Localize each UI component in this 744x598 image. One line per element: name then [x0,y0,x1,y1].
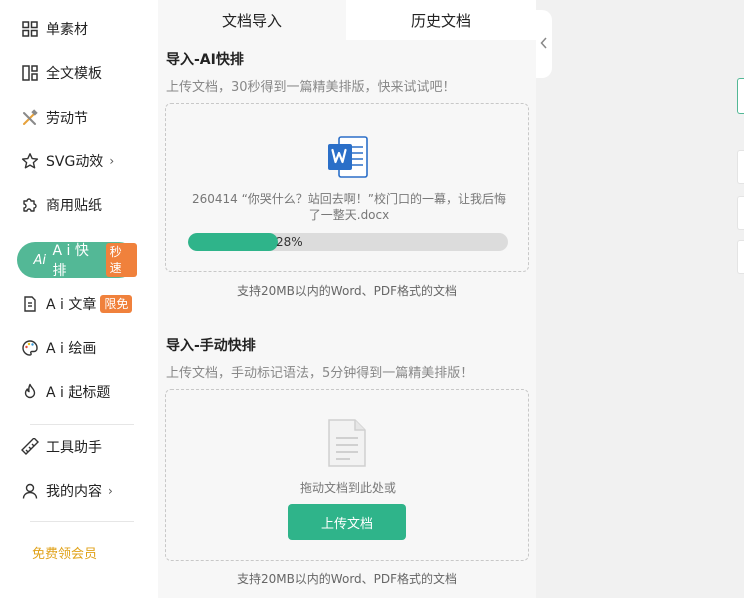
import-panel: 文档导入 历史文档 导入-AI快排 上传文档，30秒得到一篇精美排版，快来试试吧… [158,0,536,598]
upload-progress-text: 28% [276,235,303,249]
status-badge: 秒速 [105,243,137,277]
sidebar-item-label: A i 快排 [52,243,89,279]
app-root: 单素材 全文模板 劳动节 SVG动效 › 商用贴纸 Ai A i 快排 秒速 A… [0,0,744,598]
status-badge: 限免 [100,295,133,313]
free-vip-link[interactable]: 免费领会员 [32,543,97,562]
ai-icon: Ai [33,252,47,268]
canvas-edge-fragment [737,150,744,184]
sidebar-item-ai-painting[interactable]: A i 绘画 [20,330,148,366]
sidebar-item-label: 我的内容 [46,484,102,500]
puzzle-icon [20,195,40,215]
upload-progress-fill [188,233,278,251]
canvas-edge-fragment [737,240,744,274]
ai-import-description: 上传文档，30秒得到一篇精美排版，快来试试吧！ [166,80,456,95]
word-file-icon [327,134,371,184]
sidebar-item-ai-layout[interactable]: Ai A i 快排 秒速 [17,242,137,279]
sidebar-item-my-content[interactable]: 我的内容 › [20,473,148,509]
sidebar-item-labor-day[interactable]: 劳动节 [20,100,148,136]
palette-icon [20,338,40,358]
ruler-icon [20,437,40,457]
collapse-panel-button[interactable] [536,10,552,78]
drag-hint-text: 拖动文档到此处或 [299,481,396,495]
tools-icon [20,108,40,128]
upload-document-button[interactable]: 上传文档 [288,504,406,540]
tab-document-import[interactable]: 文档导入 [158,0,346,40]
sidebar-item-label: 单素材 [46,22,88,38]
sidebar-item-ai-article[interactable]: A i 文章 限免 [20,286,148,322]
document-icon [20,294,40,314]
sidebar-divider [30,521,134,522]
chevron-left-icon [540,36,548,52]
sidebar-item-label: 商用贴纸 [46,198,102,214]
sidebar-item-tools[interactable]: 工具助手 [20,429,148,465]
sidebar-item-full-template[interactable]: 全文模板 [20,55,148,91]
sidebar-item-ai-title[interactable]: A i 起标题 [20,374,148,410]
sidebar-item-label: 劳动节 [46,111,88,127]
blank-document-icon [326,418,368,472]
manual-import-description: 上传文档，手动标记语法，5分钟得到一篇精美排版！ [166,366,474,381]
uploaded-file-name: 260414 “你哭什么？站回去啊！”校门口的一幕，让我后悔了一整天.docx [191,192,507,222]
canvas-edge-fragment [737,196,744,230]
manual-import-hint: 支持20MB以内的Word、PDF格式的文档 [236,572,458,586]
sidebar-item-svg-effects[interactable]: SVG动效 › [20,143,148,179]
sidebar-item-label: A i 绘画 [46,341,97,357]
manual-import-dropzone[interactable]: 拖动文档到此处或 上传文档 [165,389,529,561]
tab-bar: 文档导入 历史文档 [158,0,536,40]
manual-import-title: 导入-手动快排 [166,338,256,354]
chevron-right-icon: › [109,154,115,168]
sidebar-item-label: 工具助手 [46,440,102,456]
ai-import-title: 导入-AI快排 [166,52,244,68]
canvas-edge-fragment [737,78,744,114]
sidebar-item-label: A i 文章 [46,297,97,313]
sidebar-item-label: A i 起标题 [46,385,111,401]
user-icon [20,481,40,501]
sidebar-divider [30,424,134,425]
sidebar-item-single-material[interactable]: 单素材 [20,11,148,47]
template-icon [20,63,40,83]
flame-icon [20,382,40,402]
chevron-right-icon: › [108,484,113,498]
ai-import-hint: 支持20MB以内的Word、PDF格式的文档 [236,284,458,298]
tab-history-documents[interactable]: 历史文档 [346,0,536,40]
grid-icon [20,19,40,39]
sidebar-item-label: SVG动效 [46,154,104,170]
sidebar-item-stickers[interactable]: 商用贴纸 [20,187,148,223]
sidebar-item-label: 全文模板 [46,66,102,82]
ai-import-dropzone[interactable]: 260414 “你哭什么？站回去啊！”校门口的一幕，让我后悔了一整天.docx … [165,103,529,272]
star-icon [20,151,40,171]
sidebar: 单素材 全文模板 劳动节 SVG动效 › 商用贴纸 Ai A i 快排 秒速 A… [0,0,158,598]
upload-progress-bar [188,233,508,251]
